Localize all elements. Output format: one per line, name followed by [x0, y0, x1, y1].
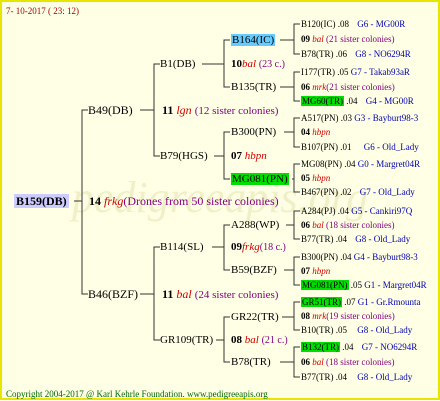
gen4-row-4: MG60(TR) .04 G4 - MG00R — [301, 96, 414, 106]
gen4-row-16: B77(TR) .04 G8 - Old_Lady — [301, 372, 413, 382]
gen2-num-2: 07 — [231, 150, 242, 162]
gen4-mating-1: 09 bal (21 sister colonies) — [301, 34, 395, 44]
gen2-num-1: 10 — [231, 58, 242, 70]
gen4-row-5: A517(PN) .03 G3 - Bayburt98-3 — [301, 113, 419, 123]
link-b164-parents — [280, 23, 300, 55]
gen4-mating-3: 04 hbpn — [301, 127, 331, 137]
gen2-race-4: bal — [244, 334, 259, 346]
gen4-row-1: B120(IC) .08 G6 - MG00R — [301, 19, 406, 29]
gen3-queen-2: B135(TR) — [231, 81, 277, 93]
link-b79-mg081 — [223, 156, 230, 180]
gen4-row-12: MG081(PN) .05 G1 - Margret04R — [301, 280, 427, 290]
gen4-mating-7: 08 mrk(19 sister colonies) — [301, 311, 395, 321]
gen1-race-2: bal — [176, 287, 192, 301]
gen4-row-15: B132(TR) .04 G7 - NO6294R — [301, 342, 418, 352]
gen4-mating-4: 05 hbpn — [301, 173, 331, 183]
root-desc: (Drones from 50 sister colonies) — [123, 194, 279, 208]
link-b114-a288 — [212, 224, 230, 248]
link-mg081-parents — [292, 163, 300, 193]
gen2-num-3: 09 — [231, 241, 242, 253]
gen2-desc-4: (21 c.) — [261, 335, 288, 346]
link-b59-parents — [284, 256, 300, 286]
link-b79-b300 — [214, 131, 230, 157]
link-b78-parents — [280, 346, 300, 378]
gen2-race-1: bal — [242, 58, 257, 70]
gen4-row-6: B107(PN) .01 G6 - Old_Lady — [301, 142, 419, 152]
gen4-row-2: B78(TR) .06 G8 - NO6294R — [301, 49, 411, 59]
link-b49-b1 — [140, 63, 160, 111]
gen2-queen-1: B1(DB) — [160, 58, 196, 70]
gen2-queen-4: GR109(TR) — [160, 334, 214, 346]
gen4-mating-5: 06 bal (18 sister colonies) — [301, 220, 395, 230]
gen4-row-14: B10(TR) .05 G8 - Old_Lady — [301, 325, 413, 335]
gen4-row-13: GR51(TR) .07 G1 - Gr.Rmounta — [301, 297, 421, 307]
gen3-queen-7: GR22(TR) — [231, 311, 279, 323]
gen3-queen-6: B59(BZF) — [231, 264, 277, 276]
gen4-mating-2: 06 mrk(21 sister colonies) — [301, 82, 395, 92]
link-gr109-b78 — [223, 340, 230, 363]
root-race: frkg — [104, 194, 124, 208]
gen1-mating-1: 11 lgn (12 sister colonies) — [162, 103, 278, 118]
gen3-queen-1: B164(IC) — [231, 33, 276, 47]
gen1-mating-2: 11 bal (24 sister colonies) — [162, 287, 278, 302]
footer-copyright: Copyright 2004-2017 @ Karl Kehrle Founda… — [6, 389, 268, 399]
link-a288-parents — [286, 210, 300, 240]
gen3-queen-5: A288(WP) — [231, 219, 280, 231]
gen4-row-9: A284(PJ) .04 G5 - Cankiri97Q — [301, 206, 413, 216]
gen1-desc-2: (24 sister colonies) — [194, 289, 279, 301]
gen2-mating-2: 07 hbpn — [231, 149, 267, 163]
gen4-row-10: B77(TR) .04 G8 - Old_Lady — [301, 234, 411, 244]
gen4-row-11: B300(PN) .04 G4 - Bayburt98-3 — [301, 252, 418, 262]
link-b114-b59 — [223, 247, 230, 271]
gen1-queen-1: B49(DB) — [88, 103, 133, 117]
link-gr109-gr22 — [216, 316, 230, 341]
gen4-row-3: I177(TR) .05 G7 - Takab93aR — [301, 67, 410, 77]
link-root-b46 — [81, 201, 88, 295]
root-mating: 14 frkg(Drones from 50 sister colonies) — [89, 194, 279, 208]
gen1-num-2: 11 — [162, 287, 174, 301]
link-b1-b135 — [223, 64, 230, 88]
gen3-queen-4: MG081(PN) — [231, 172, 289, 186]
gen3-queen-3: B300(PN) — [231, 126, 277, 138]
pedigree-chart: pedigreeapis.org 7- 10-2017 (23: 12) Co… — [0, 0, 440, 400]
link-b135-parents — [280, 71, 300, 102]
gen2-desc-3: (18 c.) — [259, 242, 286, 253]
link-b46-b114 — [140, 246, 160, 295]
gen4-mating-8: 06 bal (18 sister colonies) — [301, 357, 395, 367]
header-date: 7- 10-2017 ( 23: 12) — [6, 6, 79, 16]
gen3-queen-8: B78(TR) — [231, 356, 271, 368]
root-num: 14 — [89, 194, 101, 208]
gen2-race-2: hbpn — [244, 150, 267, 162]
gen2-queen-3: B114(SL) — [160, 241, 204, 253]
gen1-num-1: 11 — [162, 103, 174, 117]
gen2-queen-2: B79(HGS) — [160, 150, 208, 162]
link-root-b49 — [74, 109, 88, 202]
gen3-name-4: MG081(PN) — [231, 173, 289, 185]
gen4-mating-6: 07 hbpn — [301, 266, 331, 276]
gen2-mating-1: 10bal (23 c.) — [231, 57, 285, 72]
link-b300-parents — [284, 117, 300, 148]
gen2-mating-3: 09frkg(18 c.) — [231, 240, 286, 255]
gen4-row-8: B467(PN) .02 G7 - Old_Lady — [301, 187, 415, 197]
gen2-race-3: frkg — [242, 241, 260, 253]
link-gr22-parents — [282, 301, 300, 331]
gen3-name-1: B164(IC) — [231, 34, 276, 46]
gen1-race-1: lgn — [176, 103, 192, 117]
gen2-mating-4: 08 bal (21 c.) — [231, 333, 288, 348]
gen1-queen-2: B46(BZF) — [88, 287, 139, 301]
link-b1-b164 — [202, 39, 230, 65]
gen2-num-4: 08 — [231, 334, 242, 346]
gen1-desc-1: (12 sister colonies) — [194, 105, 279, 117]
root-queen: B159(DB) — [14, 194, 69, 208]
gen4-row-7: MG08(PN) .04 G0 - Margret04R — [301, 159, 421, 169]
gen2-desc-1: (23 c.) — [258, 59, 285, 70]
